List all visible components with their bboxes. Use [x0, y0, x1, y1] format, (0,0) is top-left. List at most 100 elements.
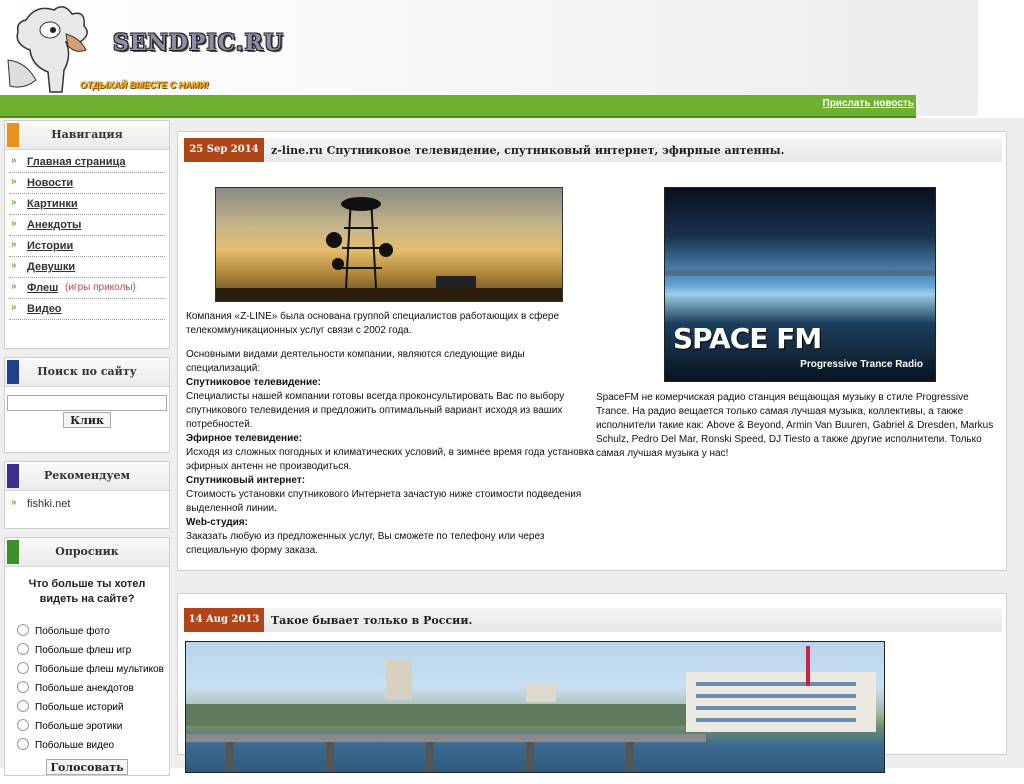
poll-option[interactable]: Побольше видео: [5, 737, 169, 756]
radio-button[interactable]: [17, 624, 29, 636]
zline-sections: Спутниковое телевидение: Специалисты наше…: [186, 376, 596, 558]
post-title[interactable]: Такое бывает только в России.: [271, 614, 472, 627]
section-text: Заказать любую из предложенных услуг, Вы…: [186, 531, 545, 556]
spacefm-text: SpaceFM не комерчиская радио станция вещ…: [596, 392, 994, 459]
sidebar-nav-item[interactable]: » Главная страница: [9, 152, 165, 173]
recommend-block: Рекомендуем » fishki.net: [4, 461, 170, 529]
arrow-right-icon: »: [11, 155, 17, 166]
navigation-title-bar: Навигация: [5, 121, 169, 150]
sidebar-nav-label[interactable]: Истории: [27, 240, 73, 252]
sidebar-nav-item[interactable]: » Истории: [9, 236, 165, 257]
sidebar-nav-item[interactable]: » Видео: [9, 299, 165, 320]
poll-option-label: Побольше историй: [35, 702, 124, 713]
site-header: SENDPIC.RU ОТДЫХАЙ ВМЕСТЕ С НАМИ!: [0, 0, 978, 95]
spacefm-image[interactable]: SPACE FM Progressive Trance Radio: [664, 187, 936, 382]
post-title[interactable]: z-line.ru Спутниковое телевидение, спутн…: [271, 144, 784, 157]
poll-title: Опросник: [55, 545, 119, 558]
recommend-link[interactable]: fishki.net: [27, 498, 70, 510]
spacefm-logo-text: SPACE FM: [673, 322, 822, 355]
poll-option-label: Побольше флеш игр: [35, 645, 132, 656]
radio-button[interactable]: [17, 700, 29, 712]
spacefm-subtitle: Progressive Trance Radio: [800, 359, 923, 370]
navigation-block: Навигация » Главная страница » Новости » Карт…: [4, 120, 170, 349]
sidebar-nav-label[interactable]: Видео: [27, 303, 62, 315]
radio-button[interactable]: [17, 681, 29, 693]
radio-button[interactable]: [17, 738, 29, 750]
section-text: Стоимость установки спутникового Интерне…: [186, 489, 582, 514]
arrow-right-icon: »: [11, 197, 17, 208]
zline-text: Компания «Z-LINE» была основана группой …: [186, 310, 596, 558]
poll-option[interactable]: Побольше анекдотов: [5, 680, 169, 699]
sidebar-nav-item[interactable]: » Девушки: [9, 257, 165, 278]
top-green-bar: Прислать новость: [0, 95, 916, 118]
poll-option[interactable]: Побольше флеш игр: [5, 642, 169, 661]
arrow-right-icon: »: [11, 281, 17, 292]
radio-button[interactable]: [17, 662, 29, 674]
antenna-tower-icon: [216, 197, 562, 301]
zline-types-intro: Основными видами деятельности компании, …: [186, 349, 525, 374]
poll-options: Побольше фото Побольше флеш игр Побольше ф…: [5, 623, 169, 756]
section-text: Исходя из сложных погодных и климатическ…: [186, 447, 595, 472]
sidebar-nav-item[interactable]: » Картинки: [9, 194, 165, 215]
poll-option-label: Побольше анекдотов: [35, 683, 134, 694]
recommend-title: Рекомендуем: [43, 469, 131, 482]
search-title-bar: Поиск по сайту: [5, 358, 169, 387]
sidebar-nav-item[interactable]: » Новости: [9, 173, 165, 194]
post-date: 25 Sep 2014: [184, 138, 264, 162]
section-heading: Спутниковый интернет:: [186, 475, 306, 486]
sidebar-nav-label[interactable]: Новости: [27, 177, 73, 189]
sidebar-nav-label[interactable]: Флеш: [27, 282, 58, 294]
arrow-right-icon: »: [11, 302, 17, 313]
navigation-list: » Главная страница » Новости » Картинки » Анекд…: [5, 150, 169, 348]
sidebar-nav-item[interactable]: » Анекдоты: [9, 215, 165, 236]
sidebar-nav-label[interactable]: Анекдоты: [27, 219, 81, 231]
search-input[interactable]: [7, 395, 167, 411]
sidebar-nav-label[interactable]: Главная страница: [27, 156, 126, 168]
sidebar-nav-note: (игры приколы): [65, 282, 136, 293]
section-heading: Эфирное телевидение:: [186, 433, 303, 444]
vote-button[interactable]: Голосовать: [46, 759, 128, 775]
poll-option-label: Побольше видео: [35, 740, 115, 751]
arrow-right-icon: »: [11, 218, 17, 229]
section-heading: Web-студия:: [186, 517, 248, 528]
post-zline: 25 Sep 2014 z-line.ru Спутниковое телеви…: [177, 131, 1007, 571]
navigation-title: Навигация: [51, 128, 123, 141]
poll-option-label: Побольше флеш мультиков: [35, 664, 164, 675]
radio-button[interactable]: [17, 643, 29, 655]
recommend-item[interactable]: » fishki.net: [9, 494, 165, 514]
site-logo[interactable]: SENDPIC.RU: [113, 30, 284, 56]
poll-option[interactable]: Побольше флеш мультиков: [5, 661, 169, 680]
sidebar-nav-label[interactable]: Картинки: [27, 198, 78, 210]
zline-intro: Компания «Z-LINE» была основана группой …: [186, 311, 560, 336]
recommend-list: » fishki.net: [5, 491, 169, 528]
submit-news-link[interactable]: Прислать новость: [823, 98, 915, 109]
poll-option[interactable]: Побольше эротики: [5, 718, 169, 737]
sidebar: Навигация » Главная страница » Новости » Карт…: [4, 118, 170, 784]
green-bar-end: [916, 95, 978, 116]
site-slogan: ОТДЫХАЙ ВМЕСТЕ С НАМИ!: [80, 80, 209, 90]
recommend-title-bar: Рекомендуем: [5, 462, 169, 491]
sidebar-nav-item[interactable]: » Флеш (игры приколы): [9, 278, 165, 299]
poll-option-label: Побольше фото: [35, 626, 110, 637]
tower-image[interactable]: [215, 187, 563, 302]
poll-option[interactable]: Побольше историй: [5, 699, 169, 718]
section-text: Специалисты нашей компании готовы всегда…: [186, 391, 565, 430]
post-header: 14 Aug 2013 Такое бывает только в России…: [184, 608, 1002, 632]
search-title: Поиск по сайту: [37, 365, 137, 378]
poll-question: Что больше ты хотел видеть на сайте?: [28, 578, 146, 605]
search-button[interactable]: Клик: [63, 412, 111, 428]
section-heading: Спутниковое телевидение:: [186, 377, 321, 388]
poll-option-label: Побольше эротики: [35, 721, 123, 732]
poll-option[interactable]: Побольше фото: [5, 623, 169, 642]
city-image[interactable]: [185, 641, 885, 773]
poll-block: Опросник Что больше ты хотел видеть на с…: [4, 537, 170, 776]
search-block: Поиск по сайту Клик: [4, 357, 170, 453]
arrow-right-icon: »: [11, 176, 17, 187]
radio-button[interactable]: [17, 719, 29, 731]
post-header: 25 Sep 2014 z-line.ru Спутниковое телеви…: [184, 138, 1002, 162]
poll-title-bar: Опросник: [5, 538, 169, 567]
sidebar-nav-label[interactable]: Девушки: [27, 261, 75, 273]
arrow-right-icon: »: [11, 239, 17, 250]
post-date: 14 Aug 2013: [184, 608, 264, 632]
horizon-line: [665, 270, 935, 276]
